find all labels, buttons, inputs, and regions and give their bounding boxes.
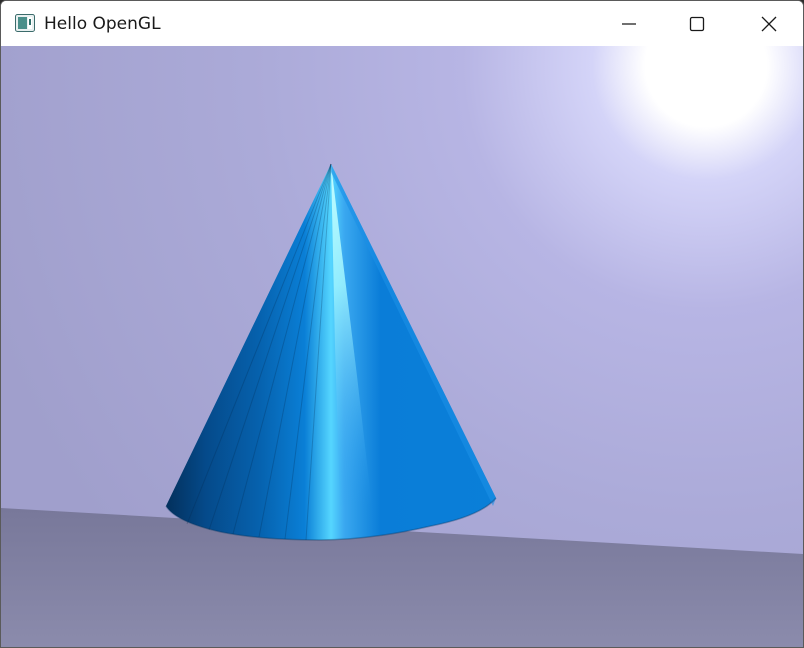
application-window: Hello OpenGL [0,0,804,648]
app-icon [15,14,35,32]
minimize-button[interactable] [595,1,663,46]
minimize-icon [622,22,636,25]
close-icon [761,16,777,31]
window-title: Hello OpenGL [44,14,161,34]
maximize-icon [689,16,705,31]
maximize-button[interactable] [663,1,731,46]
opengl-viewport[interactable] [1,46,803,647]
title-bar[interactable]: Hello OpenGL [1,1,803,46]
close-button[interactable] [735,1,803,46]
render-scene [1,46,803,647]
